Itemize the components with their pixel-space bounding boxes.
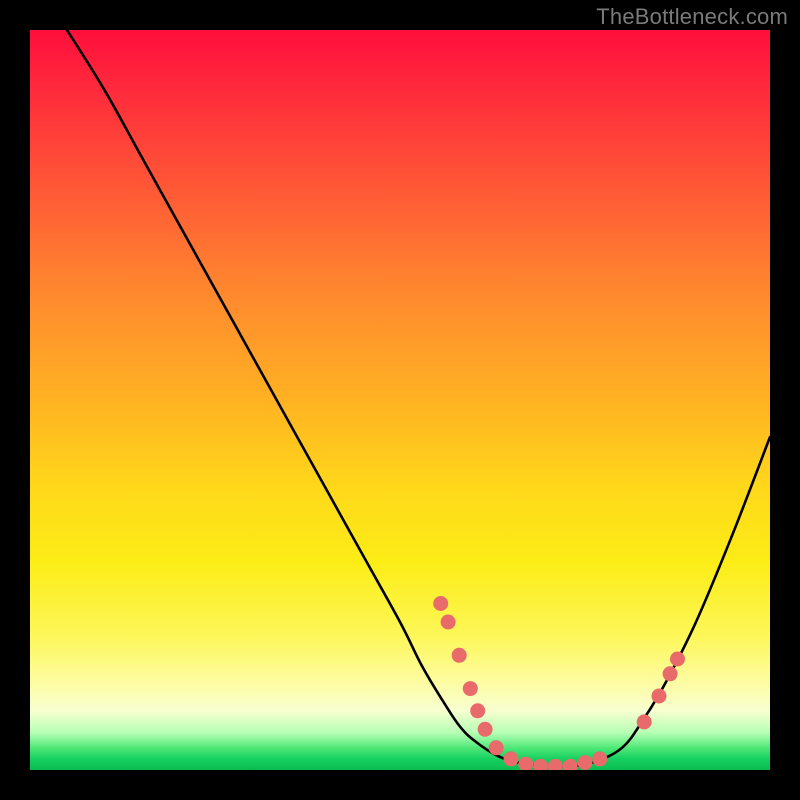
data-dot <box>533 759 548 770</box>
data-dot <box>548 759 563 770</box>
data-dot <box>452 648 467 663</box>
bottleneck-curve <box>67 30 770 767</box>
data-dot <box>433 596 448 611</box>
data-dot <box>637 714 652 729</box>
data-dot <box>489 740 504 755</box>
watermark-text: TheBottleneck.com <box>596 4 788 30</box>
data-dot <box>663 666 678 681</box>
data-dot <box>563 759 578 770</box>
data-dot <box>652 689 667 704</box>
plot-area <box>30 30 770 770</box>
chart-frame: TheBottleneck.com <box>0 0 800 800</box>
data-dot <box>518 757 533 770</box>
data-dot <box>470 703 485 718</box>
chart-svg <box>30 30 770 770</box>
data-dot <box>463 681 478 696</box>
data-dot <box>592 751 607 766</box>
data-dot <box>478 722 493 737</box>
data-dot <box>578 755 593 770</box>
data-dot <box>441 615 456 630</box>
data-dots <box>433 596 685 770</box>
data-dot <box>670 652 685 667</box>
data-dot <box>504 751 519 766</box>
